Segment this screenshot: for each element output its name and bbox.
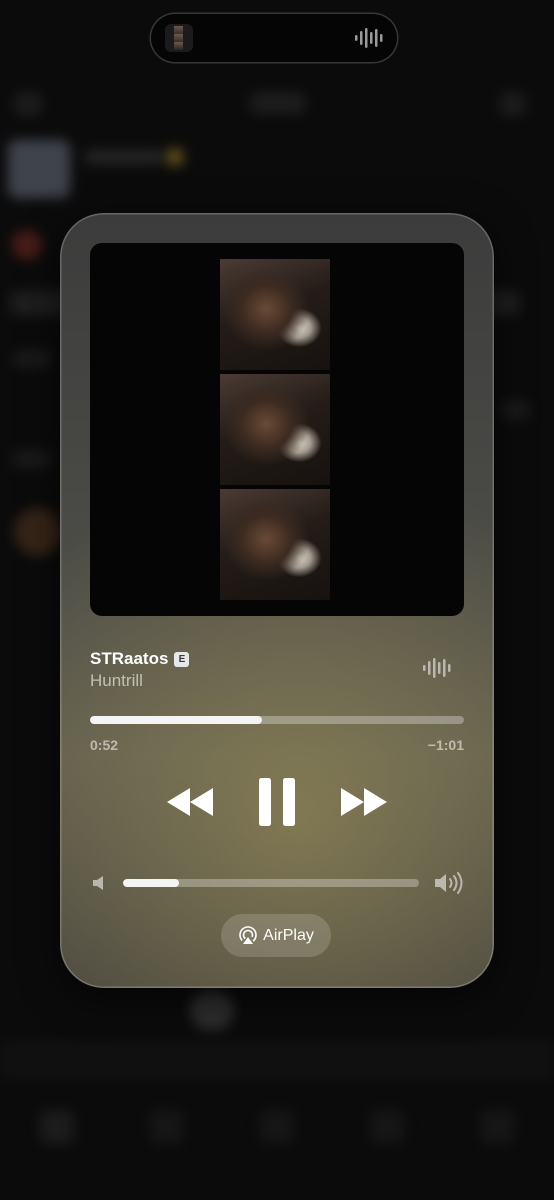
dynamic-island[interactable] [151,14,397,62]
playback-progress-fill [90,716,263,724]
song-title[interactable]: STRaatos E [90,649,190,669]
speaker-high-icon [435,872,463,894]
backward-icon[interactable] [164,786,216,818]
volume-slider[interactable] [123,879,419,887]
album-artwork [90,243,464,616]
waveform-icon[interactable] [423,657,451,679]
pause-icon[interactable] [259,778,295,826]
remaining-time: −1:01 [427,737,464,753]
airplay-button[interactable]: AirPlay [221,914,331,957]
airplay-label: AirPlay [263,926,314,944]
volume-fill [123,879,180,887]
artwork-photo-frame [220,374,330,485]
waveform-icon [355,28,383,48]
elapsed-time: 0:52 [90,737,119,753]
song-title-text: STRaatos [90,649,169,668]
island-artwork-thumbnail [165,24,193,52]
forward-icon[interactable] [338,786,390,818]
playback-scrubber[interactable] [90,716,464,724]
artwork-photo-frame [220,489,330,600]
explicit-badge: E [174,651,190,667]
speaker-low-icon [93,876,103,890]
airplay-icon [239,925,257,944]
now-playing-card: STRaatos E Huntrill 0:52 −1:01 AirPlay [60,213,494,988]
artwork-photo-frame [220,259,330,370]
song-artist[interactable]: Huntrill [90,671,143,691]
